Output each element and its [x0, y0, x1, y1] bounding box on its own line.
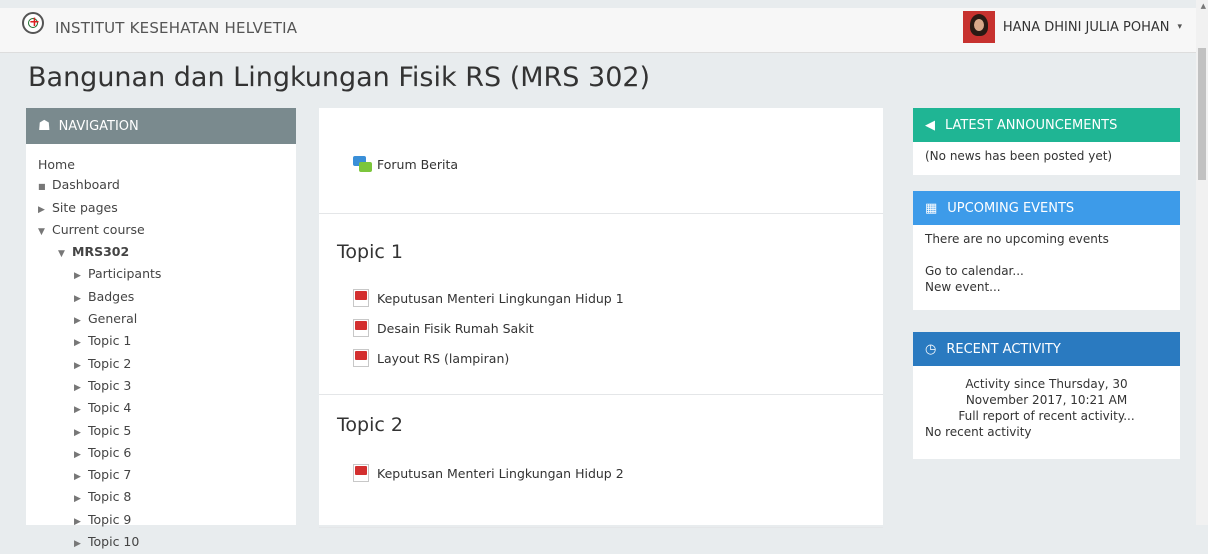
scroll-thumb[interactable]: [1198, 48, 1206, 180]
nav-item-topic-1[interactable]: ▶ Topic 1: [38, 331, 161, 353]
pdf-icon: [353, 289, 369, 307]
collapse-arrow-icon[interactable]: ▼: [58, 244, 72, 264]
nav-item-dashboard[interactable]: ■ Dashboard: [38, 175, 161, 197]
activity-title: RECENT ACTIVITY: [946, 341, 1061, 357]
user-name[interactable]: HANA DHINI JULIA POHAN: [1003, 20, 1170, 35]
expand-arrow-icon[interactable]: ▶: [74, 356, 88, 376]
user-menu[interactable]: HANA DHINI JULIA POHAN ▾: [962, 11, 1182, 43]
events-header[interactable]: ▦ UPCOMING EVENTS: [913, 191, 1180, 225]
clock-icon: ◷: [925, 341, 937, 357]
nav-item-topic-10[interactable]: ▶ Topic 10: [38, 532, 161, 554]
section-general: Forum Berita: [319, 108, 883, 214]
pdf-icon: [353, 349, 369, 367]
forum-icon: [353, 156, 373, 173]
scroll-up-arrow-icon[interactable]: ▲: [1201, 2, 1206, 10]
pdf-icon: [353, 319, 369, 337]
resource-link[interactable]: Keputusan Menteri Lingkungan Hidup 1: [353, 289, 624, 307]
expand-arrow-icon[interactable]: ▶: [74, 489, 88, 509]
page-title: Bangunan dan Lingkungan Fisik RS (MRS 30…: [28, 62, 651, 93]
go-to-calendar-link[interactable]: Go to calendar...: [925, 263, 1168, 279]
activity-body: Activity since Thursday, 30 November 201…: [913, 366, 1180, 446]
recent-activity-block: ◷ RECENT ACTIVITY Activity since Thursda…: [913, 332, 1180, 459]
nav-item-topic-6[interactable]: ▶ Topic 6: [38, 443, 161, 465]
expand-arrow-icon[interactable]: ▶: [74, 333, 88, 353]
resource-link[interactable]: Layout RS (lampiran): [353, 349, 509, 367]
announcements-header[interactable]: ◀ LATEST ANNOUNCEMENTS: [913, 108, 1180, 142]
navigation-tree: Home ■ Dashboard ▶ Site pages ▼ Current cou…: [38, 155, 161, 554]
nav-item-badges[interactable]: ▶ Badges: [38, 287, 161, 309]
expand-arrow-icon[interactable]: ▶: [38, 200, 52, 220]
expand-arrow-icon[interactable]: ▶: [74, 266, 88, 286]
events-text: There are no upcoming events: [925, 232, 1109, 246]
collapse-arrow-icon[interactable]: ▼: [38, 222, 52, 242]
nav-item-home[interactable]: Home: [38, 155, 161, 175]
expand-arrow-icon[interactable]: ▶: [74, 512, 88, 532]
announcements-title: LATEST ANNOUNCEMENTS: [945, 117, 1118, 133]
expand-arrow-icon[interactable]: ▶: [74, 311, 88, 331]
expand-arrow-icon[interactable]: ▶: [74, 378, 88, 398]
nav-item-topic-8[interactable]: ▶ Topic 8: [38, 487, 161, 509]
expand-arrow-icon[interactable]: ▶: [74, 423, 88, 443]
activity-since: Activity since Thursday, 30 November 201…: [965, 377, 1128, 407]
full-report-link[interactable]: Full report of recent activity...: [925, 408, 1168, 424]
expand-arrow-icon[interactable]: ▶: [74, 445, 88, 465]
nav-item-topic-9[interactable]: ▶ Topic 9: [38, 510, 161, 532]
chevron-down-icon[interactable]: ▾: [1177, 22, 1182, 32]
resource-label[interactable]: Keputusan Menteri Lingkungan Hidup 2: [377, 466, 624, 481]
navigation-header[interactable]: ☗ NAVIGATION: [26, 108, 296, 144]
nav-item-topic-7[interactable]: ▶ Topic 7: [38, 465, 161, 487]
nav-item-participants[interactable]: ▶ Participants: [38, 264, 161, 286]
resource-link[interactable]: Keputusan Menteri Lingkungan Hidup 2: [353, 464, 624, 482]
forum-label[interactable]: Forum Berita: [377, 157, 458, 172]
nav-item-topic-4[interactable]: ▶ Topic 4: [38, 398, 161, 420]
section-topic-1: Topic 1 Keputusan Menteri Lingkungan Hid…: [319, 214, 883, 395]
expand-arrow-icon[interactable]: ▶: [74, 467, 88, 487]
nav-item-general[interactable]: ▶ General: [38, 309, 161, 331]
new-event-link[interactable]: New event...: [925, 279, 1168, 295]
upcoming-events-block: ▦ UPCOMING EVENTS There are no upcoming …: [913, 191, 1180, 310]
events-title: UPCOMING EVENTS: [947, 200, 1075, 216]
activity-header[interactable]: ◷ RECENT ACTIVITY: [913, 332, 1180, 366]
section-title[interactable]: Topic 2: [337, 414, 403, 436]
pdf-icon: [353, 464, 369, 482]
sitemap-icon: ☗: [38, 118, 51, 134]
avatar[interactable]: [962, 11, 995, 43]
nav-item-topic-3[interactable]: ▶ Topic 3: [38, 376, 161, 398]
navigation-block: ☗ NAVIGATION Home ■ Dashboard ▶ Site pages…: [26, 108, 296, 549]
navigation-title: NAVIGATION: [58, 118, 139, 134]
resource-link[interactable]: Desain Fisik Rumah Sakit: [353, 319, 534, 337]
forum-link[interactable]: Forum Berita: [353, 156, 458, 173]
nav-item-site-pages[interactable]: ▶ Site pages: [38, 198, 161, 220]
megaphone-icon: ◀: [925, 117, 935, 133]
no-recent-activity-text: No recent activity: [925, 425, 1032, 439]
nav-item-topic-5[interactable]: ▶ Topic 5: [38, 421, 161, 443]
expand-arrow-icon[interactable]: ▶: [74, 289, 88, 309]
announcements-text: (No news has been posted yet): [925, 149, 1113, 163]
latest-announcements-block: ◀ LATEST ANNOUNCEMENTS (No news has been…: [913, 108, 1180, 175]
site-name-link[interactable]: INSTITUT KESEHATAN HELVETIA: [55, 19, 297, 37]
resource-label[interactable]: Desain Fisik Rumah Sakit: [377, 321, 534, 336]
expand-arrow-icon[interactable]: ▶: [74, 400, 88, 420]
section-title[interactable]: Topic 1: [337, 241, 403, 263]
events-body: There are no upcoming events Go to calen…: [913, 225, 1180, 301]
scrollbar[interactable]: ▲: [1196, 0, 1208, 525]
nav-item-course-mrs302[interactable]: ▼ MRS302: [38, 242, 161, 264]
section-topic-2: Topic 2 Keputusan Menteri Lingkungan Hid…: [319, 395, 883, 528]
resource-label[interactable]: Layout RS (lampiran): [377, 351, 509, 366]
nav-item-topic-2[interactable]: ▶ Topic 2: [38, 354, 161, 376]
nav-item-current-course[interactable]: ▼ Current course: [38, 220, 161, 242]
site-logo[interactable]: [22, 12, 44, 34]
calendar-icon: ▦: [925, 200, 938, 216]
top-navbar: INSTITUT KESEHATAN HELVETIA HANA DHINI J…: [0, 8, 1196, 53]
bullet-icon: ■: [38, 182, 46, 192]
expand-arrow-icon[interactable]: ▶: [74, 534, 88, 554]
course-content: Forum Berita Topic 1 Keputusan Menteri L…: [319, 108, 883, 528]
resource-label[interactable]: Keputusan Menteri Lingkungan Hidup 1: [377, 291, 624, 306]
